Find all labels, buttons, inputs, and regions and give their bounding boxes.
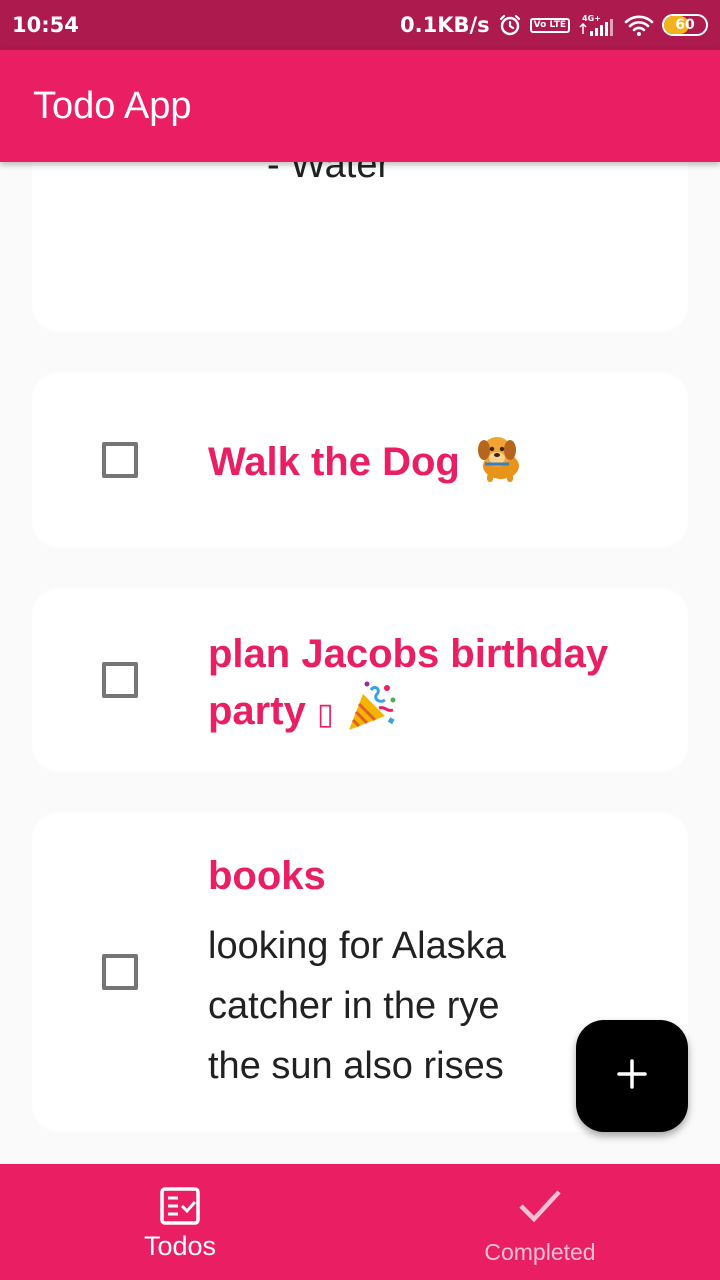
volte-icon: Vo LTE [529,17,570,33]
nav-label-todos: Todos [143,1231,217,1261]
todo-title: books [208,854,326,898]
todo-checkbox[interactable] [102,442,138,478]
battery-icon: 60 [662,14,708,36]
app-bar: Todo App [0,50,720,162]
todo-card[interactable]: Walk the Dog [32,372,688,548]
status-time: 10:54 [12,13,79,37]
status-icons: 0.1KB/s Vo LTE 4G+ 60 [400,13,708,37]
todo-title-text: Walk the Dog [208,440,460,485]
signal-icon: 4G+ [578,13,616,37]
status-bar: 10:54 0.1KB/s Vo LTE 4G+ 60 [0,0,720,50]
bottom-nav: Todos Completed [0,1164,720,1280]
nav-label-completed: Completed [484,1239,596,1265]
nav-item-todos[interactable]: Todos [0,1164,360,1280]
todo-checkbox[interactable] [102,662,138,698]
nav-item-completed[interactable]: Completed [360,1164,720,1280]
todo-list[interactable]: - Water Walk the Dog plan Jacobs birthda… [0,162,720,1164]
todo-title: plan Jacobs birthday party ▯ [208,628,648,747]
todo-checkbox[interactable] [102,954,138,990]
todo-title: Walk the Dog [208,432,648,497]
todo-list-icon [159,1186,201,1231]
add-todo-button[interactable] [576,1020,688,1132]
todo-title-text: plan Jacobs birthday party [208,632,609,734]
todo-body-line: catcher in the rye [208,985,500,1027]
todo-card[interactable]: plan Jacobs birthday party ▯ [32,588,688,772]
page-title: Todo App [33,84,192,127]
net-speed: 0.1KB/s [400,13,490,37]
plus-icon [616,1058,648,1095]
party-popper-emoji-icon [345,680,399,747]
battery-level: 60 [675,17,695,33]
todo-body-line: the sun also rises [208,1045,504,1087]
todo-card-partial[interactable]: - Water [32,162,688,332]
todo-body: looking for Alaska catcher in the rye th… [208,916,506,1096]
check-icon [517,1186,563,1231]
network-type: 4G+ [582,14,601,23]
todo-body-line: - Water [267,162,391,186]
todo-body-line: looking for Alaska [208,925,506,967]
missing-glyph: ▯ [316,698,334,732]
dog-emoji-icon [471,432,527,497]
wifi-icon [624,14,654,36]
alarm-icon [498,13,522,37]
